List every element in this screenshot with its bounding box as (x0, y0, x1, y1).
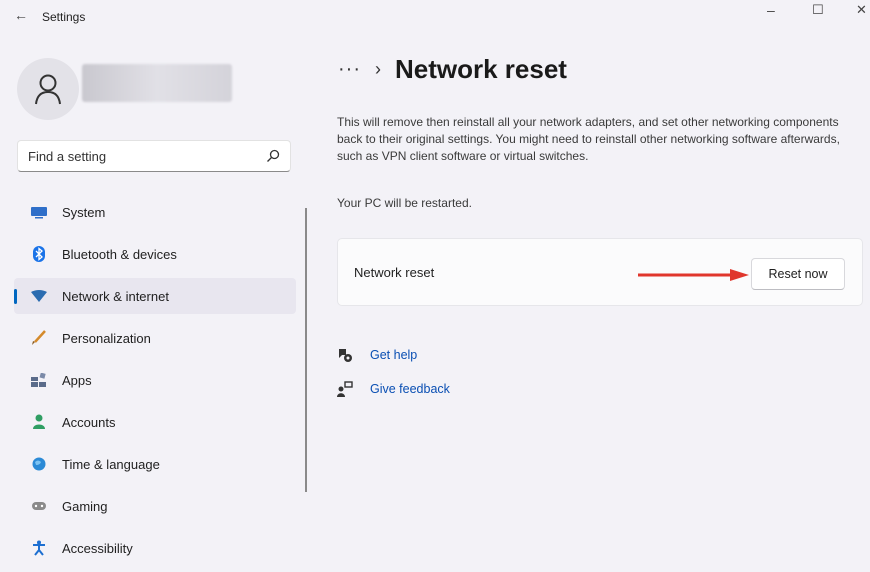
active-indicator (14, 289, 17, 304)
breadcrumb-more-button[interactable]: ··· (338, 58, 361, 81)
sidebar-item-label: Personalization (62, 330, 151, 346)
search-icon (267, 149, 280, 162)
sidebar-item-label: Bluetooth & devices (62, 246, 177, 262)
avatar[interactable] (17, 58, 79, 120)
give-feedback-link[interactable]: Give feedback (337, 378, 450, 400)
accessibility-icon (29, 539, 49, 557)
sidebar-item-time-language[interactable]: Time & language (14, 446, 296, 482)
accounts-icon (29, 413, 49, 431)
sidebar-item-accounts[interactable]: Accounts (14, 404, 296, 440)
get-help-label: Get help (370, 348, 418, 362)
close-button[interactable]: ✕ (856, 2, 867, 18)
system-icon (29, 203, 49, 221)
apps-icon (29, 371, 49, 389)
maximize-button[interactable]: ☐ (812, 2, 824, 18)
person-icon (35, 74, 61, 105)
sidebar-item-label: Accounts (62, 414, 116, 430)
wifi-icon (29, 287, 49, 305)
app-title: Settings (42, 10, 86, 24)
nav-list: System Bluetooth & devices Network & int… (14, 194, 296, 572)
gamepad-icon (29, 497, 49, 515)
feedback-icon (337, 381, 353, 397)
sidebar-item-label: System (62, 204, 106, 220)
user-name-redacted (82, 64, 232, 102)
annotation-arrow-icon (638, 269, 749, 281)
give-feedback-label: Give feedback (370, 382, 450, 396)
globe-clock-icon (29, 455, 49, 473)
minimize-button[interactable]: – (767, 2, 775, 18)
bluetooth-icon (29, 245, 49, 263)
sidebar-item-gaming[interactable]: Gaming (14, 488, 296, 524)
description-text: This will remove then reinstall all your… (337, 115, 840, 163)
help-links: Get help Give feedback (337, 344, 450, 412)
sidebar-item-label: Time & language (62, 456, 160, 472)
get-help-link[interactable]: Get help (337, 344, 450, 366)
page-title: Network reset (394, 54, 567, 84)
help-icon (337, 347, 353, 363)
network-reset-card: Network reset Reset now (337, 238, 863, 306)
sidebar-item-network[interactable]: Network & internet (14, 278, 296, 314)
sidebar: Find a setting System Bluetooth & device… (0, 34, 305, 556)
sidebar-item-label: Accessibility (62, 540, 133, 556)
sidebar-item-bluetooth[interactable]: Bluetooth & devices (14, 236, 296, 272)
brush-icon (29, 329, 49, 347)
main-content: ··· › Network reset This will remove the… (305, 34, 870, 556)
restart-note: Your PC will be restarted. (337, 196, 472, 210)
sidebar-item-label: Apps (62, 372, 92, 388)
sidebar-item-label: Gaming (62, 498, 108, 514)
card-label: Network reset (354, 265, 435, 280)
breadcrumb: ··· › Network reset (338, 54, 567, 85)
sidebar-item-system[interactable]: System (14, 194, 296, 230)
back-arrow-icon[interactable]: ← (14, 7, 28, 23)
search-input[interactable]: Find a setting (17, 140, 291, 172)
sidebar-item-apps[interactable]: Apps (14, 362, 296, 398)
sidebar-item-label: Network & internet (62, 288, 169, 304)
reset-now-button[interactable]: Reset now (751, 258, 845, 290)
sidebar-item-accessibility[interactable]: Accessibility (14, 530, 296, 566)
sidebar-item-personalization[interactable]: Personalization (14, 320, 296, 356)
chevron-right-icon: › (374, 59, 381, 79)
title-bar: ← Settings – ☐ ✕ (0, 0, 870, 34)
search-placeholder: Find a setting (28, 148, 107, 164)
